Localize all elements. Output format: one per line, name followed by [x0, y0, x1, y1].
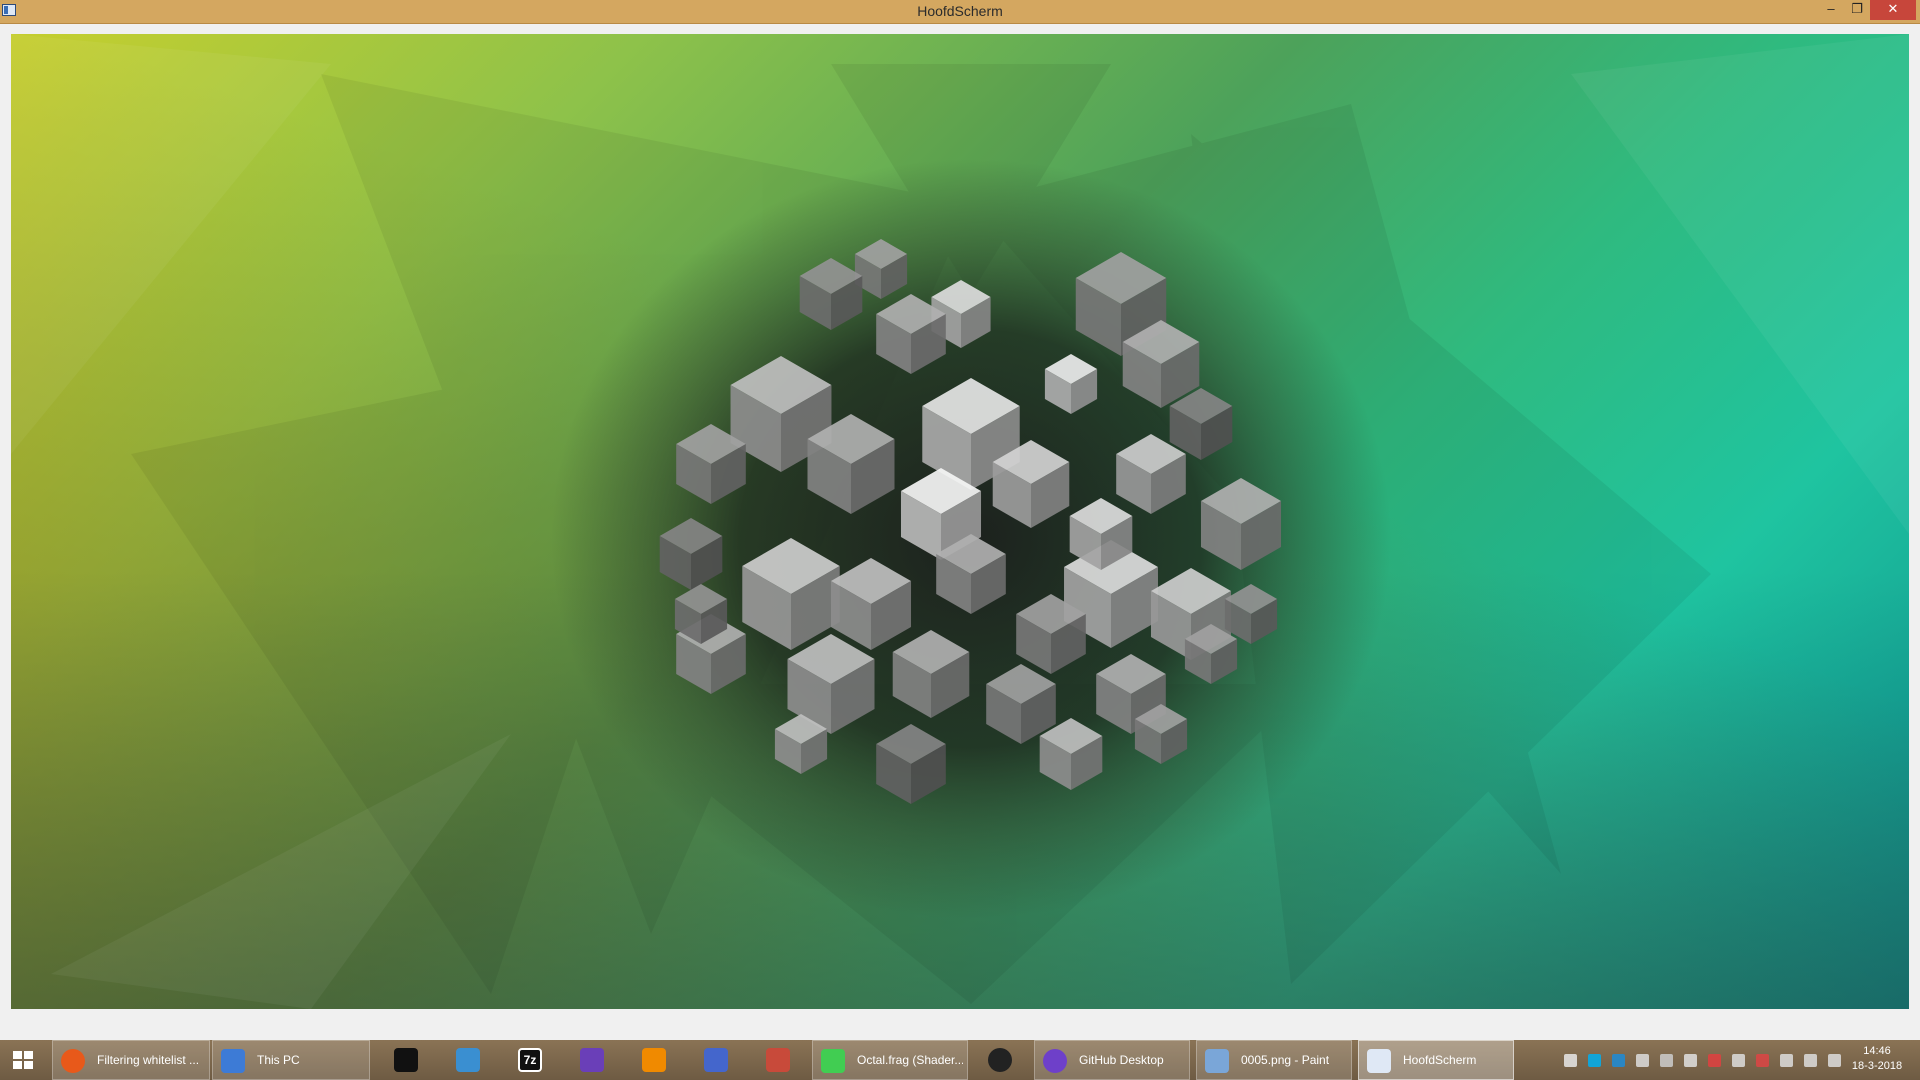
taskbar-item-label: GitHub Desktop: [1079, 1053, 1164, 1067]
bird-app-icon: [704, 1048, 728, 1072]
taskbar: Filtering whitelist ... This PC 7z Octal.fr…: [0, 1040, 1920, 1080]
firefox-icon: [61, 1049, 85, 1073]
start-button[interactable]: [0, 1040, 48, 1080]
paint-icon: [1205, 1049, 1229, 1073]
taskbar-item[interactable]: GitHub Desktop: [1034, 1040, 1190, 1080]
panda-app-icon: [394, 1048, 418, 1072]
steam-tray-icon[interactable]: [1684, 1054, 1697, 1067]
display-tray-icon[interactable]: [1660, 1054, 1673, 1067]
taskbar-item[interactable]: 0005.png - Paint: [1196, 1040, 1352, 1080]
system-tray: [1550, 1040, 1841, 1080]
windows-logo-icon: [13, 1051, 33, 1069]
tool-app-icon: [766, 1048, 790, 1072]
clock-time: 14:46: [1863, 1045, 1891, 1057]
taskbar-item-label: Filtering whitelist ...: [97, 1053, 200, 1067]
skype-tray-icon[interactable]: [1588, 1054, 1601, 1067]
security-tray-icon[interactable]: [1708, 1054, 1721, 1067]
speaker-tray-icon[interactable]: [1828, 1054, 1841, 1067]
taskbar-item[interactable]: [750, 1040, 806, 1080]
taskbar-item-label: This PC: [257, 1053, 300, 1067]
maximize-button[interactable]: ❐: [1844, 0, 1870, 20]
taskbar-item[interactable]: This PC: [212, 1040, 370, 1080]
taskbar-item[interactable]: [378, 1040, 434, 1080]
rendered-scene: [11, 34, 1909, 1009]
signal-tray-icon[interactable]: [1804, 1054, 1817, 1067]
flag-tray-icon[interactable]: [1756, 1054, 1769, 1067]
clock-date: 18-3-2018: [1851, 1060, 1903, 1072]
close-button[interactable]: ✕: [1870, 0, 1916, 20]
taskbar-item[interactable]: [440, 1040, 496, 1080]
taskbar-item[interactable]: [564, 1040, 620, 1080]
duck-app-icon: [456, 1048, 480, 1072]
chrome-tray-icon[interactable]: [1564, 1054, 1577, 1067]
battery-tray-icon[interactable]: [1780, 1054, 1793, 1067]
github-desktop-icon: [1043, 1049, 1067, 1073]
bluetooth-tray-icon[interactable]: [1612, 1054, 1625, 1067]
app-window-icon: [1367, 1049, 1391, 1073]
taskbar-item[interactable]: Octal.frag (Shader...: [812, 1040, 968, 1080]
window-titlebar[interactable]: HoofdScherm – ❐ ✕: [0, 0, 1920, 24]
clock[interactable]: 14:46 18-3-2018: [1842, 1044, 1912, 1074]
minimize-button[interactable]: –: [1818, 0, 1844, 20]
window-title: HoofdScherm: [917, 3, 1003, 19]
7zip-icon: 7z: [518, 1048, 542, 1072]
gear-icon: [580, 1048, 604, 1072]
qt-icon: [821, 1049, 845, 1073]
camera-app-icon: [988, 1048, 1012, 1072]
taskbar-item[interactable]: [688, 1040, 744, 1080]
taskbar-item[interactable]: 7z: [502, 1040, 558, 1080]
render-viewport[interactable]: [11, 34, 1909, 1009]
taskbar-item[interactable]: [626, 1040, 682, 1080]
taskbar-item[interactable]: [972, 1040, 1028, 1080]
vlc-icon: [642, 1048, 666, 1072]
taskbar-item[interactable]: HoofdScherm: [1358, 1040, 1514, 1080]
volume-tray-icon[interactable]: [1732, 1054, 1745, 1067]
taskbar-item-label: Octal.frag (Shader...: [857, 1053, 963, 1067]
taskbar-item-label: 0005.png - Paint: [1241, 1053, 1330, 1067]
taskbar-item[interactable]: Filtering whitelist ...: [52, 1040, 210, 1080]
taskbar-item-label: HoofdScherm: [1403, 1053, 1477, 1067]
network-tool-tray-icon[interactable]: [1636, 1054, 1649, 1067]
computer-icon: [221, 1049, 245, 1073]
